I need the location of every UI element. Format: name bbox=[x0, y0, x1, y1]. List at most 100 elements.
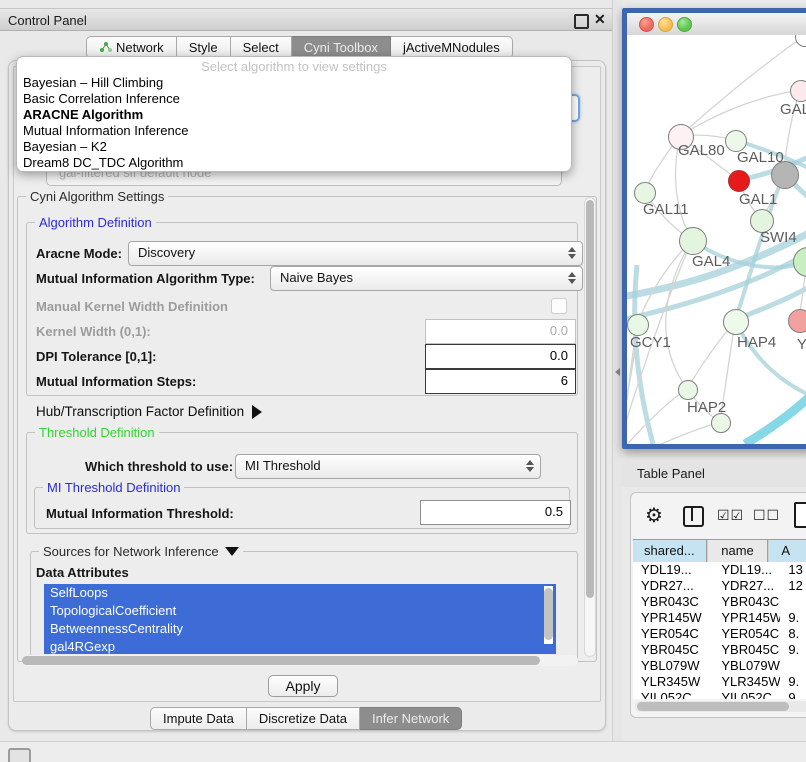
popup-item-mutual-information[interactable]: Mutual Information Inference bbox=[17, 123, 571, 139]
node-red-selected[interactable] bbox=[728, 170, 750, 192]
expand-right-icon bbox=[252, 405, 262, 419]
float-window-icon[interactable] bbox=[574, 14, 589, 29]
table-file-icon[interactable] bbox=[794, 502, 806, 528]
network-canvas[interactable]: GAL GAL80 GAL10 GAL1 GAL11 SWI4 GAL4 GCY… bbox=[627, 35, 806, 444]
mi-threshold-field[interactable]: 0.5 bbox=[420, 500, 571, 525]
network-icon bbox=[99, 41, 112, 52]
sources-group-title: Sources for Network Inference bbox=[43, 544, 219, 559]
tab-infer-network[interactable]: Infer Network bbox=[360, 707, 462, 730]
dpi-tolerance-field[interactable]: 0.0 bbox=[425, 344, 576, 369]
table-row[interactable]: YBL079W YBL079W bbox=[633, 658, 806, 674]
list-vertical-scrollbar[interactable] bbox=[544, 586, 553, 644]
splitter-collapse-icon[interactable] bbox=[615, 368, 620, 376]
tab-discretize-data[interactable]: Discretize Data bbox=[247, 707, 360, 730]
table-row[interactable]: YDR27... YDR27... 12 bbox=[633, 578, 806, 594]
node-salmon[interactable] bbox=[788, 309, 806, 333]
table-panel: ⚙ ☑☑ ☐☐ shared... name A YDL19... YDL19.… bbox=[630, 492, 806, 718]
column-header-shared[interactable]: shared... bbox=[633, 540, 707, 562]
unchecked-pair-icon[interactable]: ☐☐ bbox=[753, 507, 780, 524]
node-bottom[interactable] bbox=[711, 413, 731, 433]
node-gal4[interactable] bbox=[679, 227, 707, 255]
table-panel-title: Table Panel bbox=[622, 460, 806, 487]
popup-item-bayesian-k2[interactable]: Bayesian – K2 bbox=[17, 139, 571, 155]
popup-item-bayesian-hill-climbing[interactable]: Bayesian – Hill Climbing bbox=[17, 75, 571, 91]
stepper-icon bbox=[568, 271, 575, 285]
grid-icon[interactable] bbox=[8, 748, 31, 762]
algorithm-dropdown-popup: Select algorithm to view settings Bayesi… bbox=[16, 56, 572, 172]
kernel-width-label: Kernel Width (0,1): bbox=[36, 324, 151, 339]
network-window-titlebar[interactable] bbox=[627, 13, 806, 36]
list-item-selfloops[interactable]: SelfLoops bbox=[44, 584, 556, 602]
stepper-icon bbox=[526, 459, 533, 473]
table-toolbar: ⚙ ☑☑ ☐☐ bbox=[631, 493, 806, 537]
node-hap2[interactable] bbox=[678, 380, 698, 400]
aracne-mode-combo[interactable]: Discovery bbox=[128, 241, 583, 266]
sources-group-title-row[interactable]: Sources for Network Inference bbox=[39, 544, 243, 559]
table-row[interactable]: YER054C YER054C 8. bbox=[633, 626, 806, 642]
node-label: GAL1 bbox=[739, 191, 777, 208]
mi-threshold-label: Mutual Information Threshold: bbox=[46, 506, 234, 521]
network-view-window: GAL GAL80 GAL10 GAL1 GAL11 SWI4 GAL4 GCY… bbox=[622, 8, 806, 449]
node-label: HAP4 bbox=[737, 334, 776, 351]
node-label: GAL bbox=[780, 101, 806, 118]
settings-horizontal-scrollbar[interactable] bbox=[22, 655, 578, 666]
list-item-topologicalcoefficient[interactable]: TopologicalCoefficient bbox=[44, 602, 556, 620]
mi-algorithm-type-combo[interactable]: Naive Bayes bbox=[270, 266, 583, 291]
mi-type-label: Mutual Information Algorithm Type: bbox=[36, 271, 255, 286]
zoom-traffic-icon[interactable] bbox=[677, 17, 692, 32]
table-header-row: shared... name A bbox=[633, 539, 806, 563]
tab-impute-data[interactable]: Impute Data bbox=[150, 707, 247, 730]
list-item-gal4rgexp[interactable]: gal4RGexp bbox=[44, 638, 556, 654]
table-row[interactable]: YBR043C YBR043C bbox=[633, 594, 806, 610]
popup-item-dream8[interactable]: Dream8 DC_TDC Algorithm bbox=[17, 155, 571, 171]
node-label: HAP2 bbox=[687, 399, 726, 416]
settings-vertical-scrollbar[interactable] bbox=[584, 197, 596, 657]
node-hap4[interactable] bbox=[723, 309, 749, 335]
control-panel-title: Control Panel bbox=[8, 13, 87, 28]
which-threshold-label: Which threshold to use: bbox=[85, 459, 233, 474]
aracne-mode-label: Aracne Mode: bbox=[36, 246, 122, 261]
scrollbar-thumb[interactable] bbox=[22, 656, 540, 665]
which-threshold-combo[interactable]: MI Threshold bbox=[235, 454, 541, 479]
list-item-betweennesscentrality[interactable]: BetweennessCentrality bbox=[44, 620, 556, 638]
node-label: GAL80 bbox=[678, 142, 725, 159]
data-attributes-label: Data Attributes bbox=[36, 565, 129, 580]
popup-item-aracne[interactable]: ARACNE Algorithm bbox=[17, 107, 571, 123]
scrollbar-thumb[interactable] bbox=[586, 200, 594, 598]
manual-kernel-checkbox[interactable] bbox=[551, 298, 567, 314]
minimize-traffic-icon[interactable] bbox=[658, 17, 673, 32]
apply-button[interactable]: Apply bbox=[268, 675, 338, 697]
node-label: GAL10 bbox=[737, 149, 784, 166]
mi-steps-field[interactable]: 6 bbox=[425, 369, 576, 394]
close-traffic-icon[interactable] bbox=[639, 17, 654, 32]
collapse-down-icon bbox=[225, 547, 239, 556]
bottom-tabbar: Impute Data Discretize Data Infer Networ… bbox=[150, 707, 462, 730]
node-gal-partial[interactable] bbox=[790, 80, 806, 102]
table-row[interactable]: YBR045C YBR045C 9. bbox=[633, 642, 806, 658]
gear-icon[interactable]: ⚙ bbox=[645, 503, 663, 528]
mi-steps-label: Mutual Information Steps: bbox=[36, 374, 196, 389]
node-gcy1[interactable] bbox=[627, 314, 649, 336]
node-label: SWI4 bbox=[760, 229, 797, 246]
algorithm-definition-title: Algorithm Definition bbox=[35, 215, 156, 230]
checked-pair-icon[interactable]: ☑☑ bbox=[717, 507, 744, 524]
data-attributes-list: SelfLoops TopologicalCoefficient Between… bbox=[44, 584, 556, 654]
scrollbar-thumb[interactable] bbox=[637, 702, 789, 711]
table-row[interactable]: YPR145W YPR145W 9. bbox=[633, 610, 806, 626]
table-horizontal-scrollbar[interactable] bbox=[635, 701, 806, 712]
popup-item-basic-correlation[interactable]: Basic Correlation Inference bbox=[17, 91, 571, 107]
column-header-name[interactable]: name bbox=[707, 540, 769, 562]
table-row[interactable]: YIL052C YIL052C 9 bbox=[633, 690, 806, 699]
column-header-partial[interactable]: A bbox=[768, 540, 806, 562]
table-row[interactable]: YLR345W YLR345W 9. bbox=[633, 674, 806, 690]
status-bar bbox=[0, 741, 806, 762]
kernel-width-field[interactable]: 0.0 bbox=[425, 319, 576, 344]
panel-splitter[interactable] bbox=[612, 0, 622, 762]
node-label: GAL4 bbox=[692, 253, 730, 270]
columns-icon[interactable] bbox=[683, 506, 704, 527]
stepper-icon bbox=[568, 246, 575, 260]
close-icon[interactable]: ✕ bbox=[594, 11, 606, 28]
table-row[interactable]: YDL19... YDL19... 13 bbox=[633, 562, 806, 578]
dpi-tolerance-label: DPI Tolerance [0,1]: bbox=[36, 349, 156, 364]
hub-definition-expander[interactable]: Hub/Transcription Factor Definition bbox=[36, 404, 262, 419]
